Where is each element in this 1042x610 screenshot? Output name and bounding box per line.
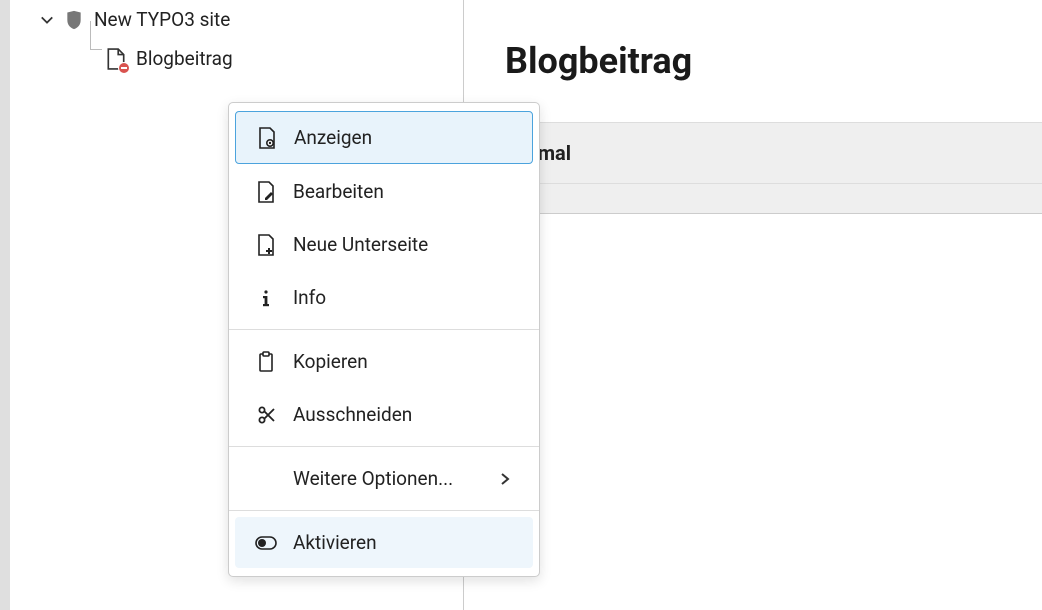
menu-label: Kopieren (293, 350, 513, 373)
menu-label: Anzeigen (294, 126, 512, 149)
column-header-normal: Normal (465, 122, 1042, 184)
page-title: Blogbeitrag (465, 0, 1042, 122)
page-disabled-icon (106, 48, 126, 70)
chevron-right-icon (499, 472, 513, 486)
main-content-panel: Blogbeitrag Normal (465, 0, 1042, 610)
menu-separator (229, 329, 539, 330)
disabled-badge-icon (118, 62, 130, 74)
tree-child-label: Blogbeitrag (136, 47, 233, 70)
menu-separator (229, 510, 539, 511)
toggle-icon (255, 532, 277, 554)
menu-label: Neue Unterseite (293, 233, 513, 256)
info-icon (255, 287, 277, 309)
menu-item-cut[interactable]: Ausschneiden (235, 389, 533, 440)
menu-item-enable[interactable]: Aktivieren (235, 517, 533, 568)
menu-label: Weitere Optionen... (293, 467, 483, 490)
menu-label: Info (293, 286, 513, 309)
menu-label: Ausschneiden (293, 403, 513, 426)
menu-label: Aktivieren (293, 531, 513, 554)
scissors-icon (255, 404, 277, 426)
typo3-shield-icon (64, 10, 84, 30)
new-page-icon (255, 234, 277, 256)
clipboard-icon (255, 351, 277, 373)
tree-root-label: New TYPO3 site (94, 8, 230, 31)
module-rail (0, 0, 10, 610)
view-icon (256, 127, 278, 149)
menu-item-edit[interactable]: Bearbeiten (235, 166, 533, 217)
chevron-down-icon[interactable] (40, 13, 54, 27)
menu-label: Bearbeiten (293, 180, 513, 203)
menu-item-new-subpage[interactable]: Neue Unterseite (235, 219, 533, 270)
menu-item-more-options[interactable]: Weitere Optionen... (235, 453, 533, 504)
tree-root-row[interactable]: New TYPO3 site (10, 0, 463, 39)
menu-item-view[interactable]: Anzeigen (235, 111, 533, 164)
menu-item-info[interactable]: Info (235, 272, 533, 323)
menu-item-copy[interactable]: Kopieren (235, 336, 533, 387)
menu-separator (229, 446, 539, 447)
edit-icon (255, 181, 277, 203)
spacer-icon (255, 468, 277, 490)
tree-child-row[interactable]: Blogbeitrag (10, 39, 463, 78)
column-body-normal[interactable] (465, 184, 1042, 214)
context-menu: Anzeigen Bearbeiten Neue Unterseite Info… (228, 102, 540, 577)
